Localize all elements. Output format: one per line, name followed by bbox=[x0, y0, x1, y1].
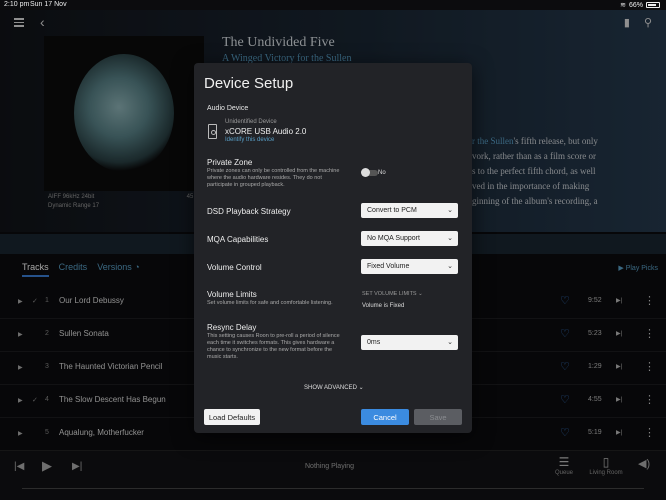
resync-delay-description: This setting causes Roon to pre-roll a p… bbox=[207, 333, 340, 360]
identify-device-link[interactable]: Identify this device bbox=[225, 137, 274, 143]
volume-limits-description: Set volume limits for safe and comfortab… bbox=[207, 300, 333, 306]
resync-delay-select[interactable]: 0ms ⌄ bbox=[361, 335, 458, 350]
chevron-down-icon: ⌄ bbox=[447, 263, 453, 270]
mqa-capabilities-label: MQA Capabilities bbox=[207, 235, 269, 244]
volume-limits-status: Volume is Fixed bbox=[362, 303, 405, 309]
chevron-down-icon: ⌄ bbox=[447, 339, 453, 346]
status-date: Sun 17 Nov bbox=[30, 1, 67, 8]
speaker-device-icon bbox=[208, 124, 217, 139]
mqa-capabilities-select[interactable]: No MQA Support ⌄ bbox=[361, 231, 458, 246]
wifi-icon: ≋ bbox=[620, 2, 626, 9]
chevron-down-icon: ⌄ bbox=[418, 291, 423, 297]
device-type: Unidentified Device bbox=[225, 119, 277, 125]
cancel-button[interactable]: Cancel bbox=[361, 409, 409, 425]
device-setup-dialog: Device Setup Audio Device Unidentified D… bbox=[194, 63, 472, 433]
dsd-strategy-label: DSD Playback Strategy bbox=[207, 207, 291, 216]
volume-control-label: Volume Control bbox=[207, 263, 262, 272]
chevron-down-icon: ⌄ bbox=[358, 385, 364, 391]
resync-delay-title: Resync Delay bbox=[207, 323, 257, 332]
set-volume-limits-button[interactable]: SET VOLUME LIMITS ⌄ bbox=[362, 291, 423, 297]
save-button[interactable]: Save bbox=[414, 409, 462, 425]
dialog-title: Device Setup bbox=[204, 75, 294, 92]
show-advanced-button[interactable]: SHOW ADVANCED ⌄ bbox=[304, 384, 364, 391]
volume-limits-title: Volume Limits bbox=[207, 290, 257, 299]
load-defaults-button[interactable]: Load Defaults bbox=[204, 409, 260, 425]
private-zone-value: No bbox=[378, 170, 386, 176]
private-zone-description: Private zones can only be controlled fro… bbox=[207, 168, 340, 188]
chevron-down-icon: ⌄ bbox=[447, 235, 453, 242]
status-time: 2:10 pm bbox=[4, 1, 30, 8]
battery-percent: 66% bbox=[628, 1, 643, 9]
battery-icon bbox=[646, 2, 660, 8]
private-zone-toggle[interactable] bbox=[361, 168, 378, 177]
status-right: ≋ 66% bbox=[620, 1, 660, 9]
status-bar: 2:10 pm Sun 17 Nov ≋ 66% bbox=[0, 0, 666, 10]
private-zone-title: Private Zone bbox=[207, 158, 253, 167]
audio-device-label: Audio Device bbox=[207, 105, 249, 112]
device-name: xCORE USB Audio 2.0 bbox=[225, 127, 307, 136]
dsd-strategy-select[interactable]: Convert to PCM ⌄ bbox=[361, 203, 458, 218]
chevron-down-icon: ⌄ bbox=[447, 207, 453, 214]
volume-control-select[interactable]: Fixed Volume ⌄ bbox=[361, 259, 458, 274]
